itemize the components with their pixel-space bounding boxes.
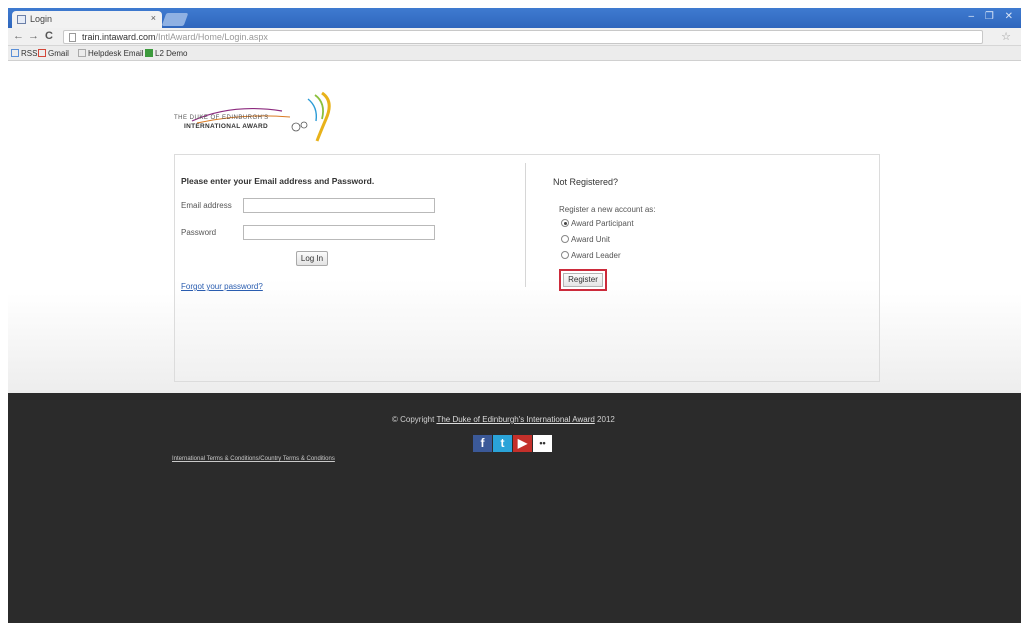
back-icon[interactable]: ← [13,30,24,42]
browser-window: Login × – ❐ ✕ ← → C train.intaward.com/I… [8,8,1021,623]
radio-unselected-icon [561,235,569,243]
l2-demo-icon [145,49,153,57]
award-logo: THE DUKE OF EDINBURGH'S INTERNATIONAL AW… [172,83,342,143]
award-logo-swirl-icon [191,91,331,142]
radio-unselected-icon [561,251,569,259]
radio-award-unit[interactable]: Award Unit [561,235,610,244]
gmail-icon [38,49,46,57]
register-button[interactable]: Register [563,273,603,287]
register-heading: Not Registered? [553,177,619,187]
copyright-text: © Copyright The Duke of Edinburgh's Inte… [392,415,615,424]
terms-link[interactable]: International Terms & Conditions/Country… [172,456,335,462]
tab-title: Login [30,14,53,24]
logo-line-1: THE DUKE OF EDINBURGH'S [174,115,269,121]
window-controls[interactable]: – ❐ ✕ [969,11,1017,22]
login-heading: Please enter your Email address and Pass… [181,176,375,186]
address-bar[interactable]: train.intaward.com/IntlAward/Home/Login.… [63,30,983,44]
radio-selected-icon [561,219,569,227]
radio-award-participant[interactable]: Award Participant [561,219,634,228]
page-content: THE DUKE OF EDINBURGH'S INTERNATIONAL AW… [8,61,1021,393]
password-field[interactable] [243,225,435,240]
facebook-icon[interactable]: f [473,435,492,452]
bookmark-gmail[interactable]: Gmail [38,49,69,58]
forward-icon[interactable]: → [28,30,39,42]
tab-strip: Login × – ❐ ✕ [8,8,1021,28]
new-tab-button[interactable] [161,13,189,26]
panel-divider [525,163,526,287]
copyright-link[interactable]: The Duke of Edinburgh's International Aw… [436,415,594,424]
login-panel: Please enter your Email address and Pass… [174,154,880,382]
password-label: Password [181,228,217,237]
page-favicon-icon [17,15,26,24]
forgot-password-link[interactable]: Forgot your password? [181,282,263,291]
register-prompt: Register a new account as: [559,205,656,214]
tab-login[interactable]: Login × [12,11,162,28]
close-tab-icon[interactable]: × [151,13,156,23]
page-footer: © Copyright The Duke of Edinburgh's Inte… [8,393,1021,623]
register-button-highlight: Register [559,269,607,291]
url-path: /IntlAward/Home/Login.aspx [155,32,268,42]
page-icon [69,33,76,42]
bookmark-star-icon[interactable]: ☆ [1001,30,1011,43]
email-label: Email address [181,201,232,210]
bookmark-helpdesk-email[interactable]: Helpdesk Email [78,49,144,58]
flickr-icon[interactable]: •• [533,435,552,452]
logo-line-2: INTERNATIONAL AWARD [184,123,268,130]
browser-toolbar: ← → C train.intaward.com/IntlAward/Home/… [8,28,1021,46]
bookmark-l2-demo[interactable]: L2 Demo [145,49,187,58]
bookmark-rss[interactable]: RSS [11,49,37,58]
page-icon [78,49,86,57]
rss-icon [11,49,19,57]
reload-icon[interactable]: C [45,30,53,42]
url-host: train.intaward.com [82,32,156,42]
bookmarks-bar: RSS Gmail Helpdesk Email L2 Demo [8,46,1021,61]
radio-award-leader[interactable]: Award Leader [561,251,621,260]
log-in-button[interactable]: Log In [296,251,328,266]
youtube-icon[interactable]: ▶ [513,435,532,452]
twitter-icon[interactable]: t [493,435,512,452]
social-icons: f t ▶ •• [473,435,553,453]
email-field[interactable] [243,198,435,213]
